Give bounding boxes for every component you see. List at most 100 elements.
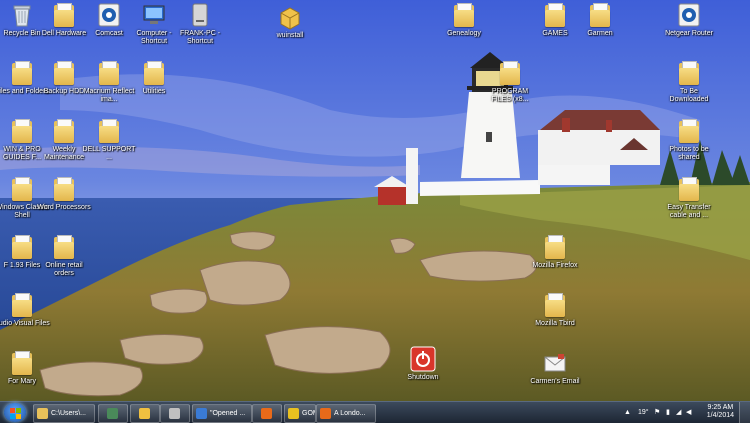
taskbar-button[interactable]: [160, 404, 190, 423]
folder-icon: [497, 60, 523, 86]
thunderbird-icon: [196, 408, 207, 419]
desktop-icon[interactable]: Genealogy: [436, 2, 492, 38]
taskbar-button-label: GOM Me...: [302, 410, 315, 417]
folder-icon: [587, 2, 613, 28]
temperature-label[interactable]: 19°: [638, 402, 649, 423]
folder-icon: [51, 60, 77, 86]
taskbar-button[interactable]: C:\Users\...: [33, 404, 95, 423]
desktop-icon[interactable]: Netgear Router: [661, 2, 717, 38]
package-icon: [277, 4, 303, 30]
desktop-icon-label: Genealogy: [447, 30, 481, 37]
desktop: Recycle Bin Dell Hardware Comcast Computer …: [0, 0, 750, 401]
monitor-icon: [106, 408, 118, 419]
desktop-icon[interactable]: Carmen's Email: [527, 350, 583, 386]
desktop-icon[interactable]: Shutdown: [395, 346, 451, 382]
desktop-icon[interactable]: Photos to be shared: [661, 118, 717, 162]
desktop-icon[interactable]: Mozilla Firefox: [527, 234, 583, 270]
folder-icon: [51, 118, 77, 144]
desktop-icon[interactable]: Online retail orders: [36, 234, 92, 278]
taskbar-button[interactable]: [252, 404, 282, 423]
taskbar-button-label: A Londo...: [334, 410, 366, 417]
signal-icon[interactable]: ◢: [676, 402, 681, 423]
shutdown-icon: [410, 346, 436, 372]
taskbar-button-label: C:\Users\...: [51, 410, 87, 417]
clock[interactable]: 9:25 AM 1/4/2014: [707, 404, 734, 420]
firefox-icon: [320, 408, 331, 419]
desktop-icon-label: Carmen's Email: [530, 378, 580, 385]
desktop-icon-label: Word Processors: [37, 204, 91, 211]
system-tray: ▲ 19° ⚑ ▮ ◢ ◀ 9:25 AM 1/4/2014: [620, 402, 750, 423]
desktop-icon-label: Mozilla Firefox: [532, 262, 578, 269]
folder-icon: [676, 118, 702, 144]
desktop-icon[interactable]: Word Processors: [36, 176, 92, 212]
desktop-icon-label: DELL SUPPORT ...: [82, 146, 136, 161]
folder-icon: [542, 2, 568, 28]
folder-icon: [676, 176, 702, 202]
app-icon: [676, 2, 702, 28]
folder-icon: [9, 350, 35, 376]
volume-icon[interactable]: ◀: [686, 402, 691, 423]
desktop-icon-label: Audio Visual Files: [0, 320, 50, 327]
desktop-icon-label: Photos to be shared: [669, 146, 709, 161]
folder-icon: [676, 60, 702, 86]
desktop-icon[interactable]: Audio Visual Files: [0, 292, 50, 328]
folder-icon: [542, 234, 568, 260]
explorer-icon: [138, 408, 150, 419]
gom-icon: [288, 408, 299, 419]
folder-icon: [9, 176, 35, 202]
desktop-icon-label: Easy Transfer cable and ...: [667, 204, 711, 219]
clock-date: 1/4/2014: [706, 412, 734, 419]
desktop-icon-label: For Mary: [8, 378, 36, 385]
clock-time: 9:25 AM: [707, 404, 734, 411]
taskbar-button[interactable]: "Opened ...: [192, 404, 252, 423]
recycle-bin-icon: [9, 2, 35, 28]
folder-icon: [542, 292, 568, 318]
taskbar-button[interactable]: A Londo...: [316, 404, 376, 423]
email-icon: [542, 350, 568, 376]
firefox-icon: [260, 408, 272, 419]
desktop-icon[interactable]: DELL SUPPORT ...: [81, 118, 137, 162]
desktop-icon-label: Garmen: [587, 30, 613, 37]
desktop-icon-label: Netgear Router: [665, 30, 713, 37]
drive-icon: [187, 2, 213, 28]
desktop-icon-label: Shutdown: [407, 374, 439, 381]
folder-icon: [96, 60, 122, 86]
desktop-icon-label: To Be Downloaded: [669, 88, 709, 103]
desktop-icon[interactable]: PROGRAM FILES (x8...: [482, 60, 538, 104]
folder-icon: [451, 2, 477, 28]
folder-icon: [51, 2, 77, 28]
desktop-icon-label: FRANK-PC - Shortcut: [179, 30, 221, 45]
desktop-icon[interactable]: wuinstall: [262, 4, 318, 40]
folder-icon: [96, 118, 122, 144]
folder-icon: [9, 292, 35, 318]
folder-icon: [141, 60, 167, 86]
desktop-icon[interactable]: Garmen: [572, 2, 628, 38]
taskbar-button[interactable]: [130, 404, 160, 423]
desktop-icon[interactable]: FRANK-PC - Shortcut: [172, 2, 228, 46]
folder-icon: [9, 60, 35, 86]
desktop-icon-label: Utilities: [142, 88, 166, 95]
folder-icon: [37, 408, 48, 419]
desktop-icon-label: PROGRAM FILES (x8...: [491, 88, 529, 103]
app-icon: [96, 2, 122, 28]
desktop-icon[interactable]: Mozilla Tbird: [527, 292, 583, 328]
desktop-icon-label: wuinstall: [276, 32, 304, 39]
desktop-icon[interactable]: To Be Downloaded: [661, 60, 717, 104]
taskbar-button[interactable]: GOM Me...: [284, 404, 316, 423]
folder-icon: [9, 118, 35, 144]
desktop-icon-label: Mozilla Tbird: [535, 320, 575, 327]
flag-icon[interactable]: ⚑: [654, 402, 660, 423]
tool-icon: [168, 408, 180, 419]
tray-up-arrow-icon[interactable]: ▲: [624, 402, 631, 423]
folder-icon: [9, 234, 35, 260]
desktop-icon[interactable]: Easy Transfer cable and ...: [661, 176, 717, 220]
taskbar-button-label: "Opened ...: [210, 410, 246, 417]
desktop-icon[interactable]: Utilities: [126, 60, 182, 96]
taskbar-button[interactable]: [98, 404, 128, 423]
network-icon[interactable]: ▮: [666, 402, 670, 423]
folder-icon: [51, 176, 77, 202]
show-desktop-button[interactable]: [739, 402, 750, 423]
desktop-icon[interactable]: For Mary: [0, 350, 50, 386]
start-button[interactable]: [4, 403, 26, 422]
taskbar: C:\Users\... "Opened ... GOM Me... A Londo.…: [0, 401, 750, 423]
